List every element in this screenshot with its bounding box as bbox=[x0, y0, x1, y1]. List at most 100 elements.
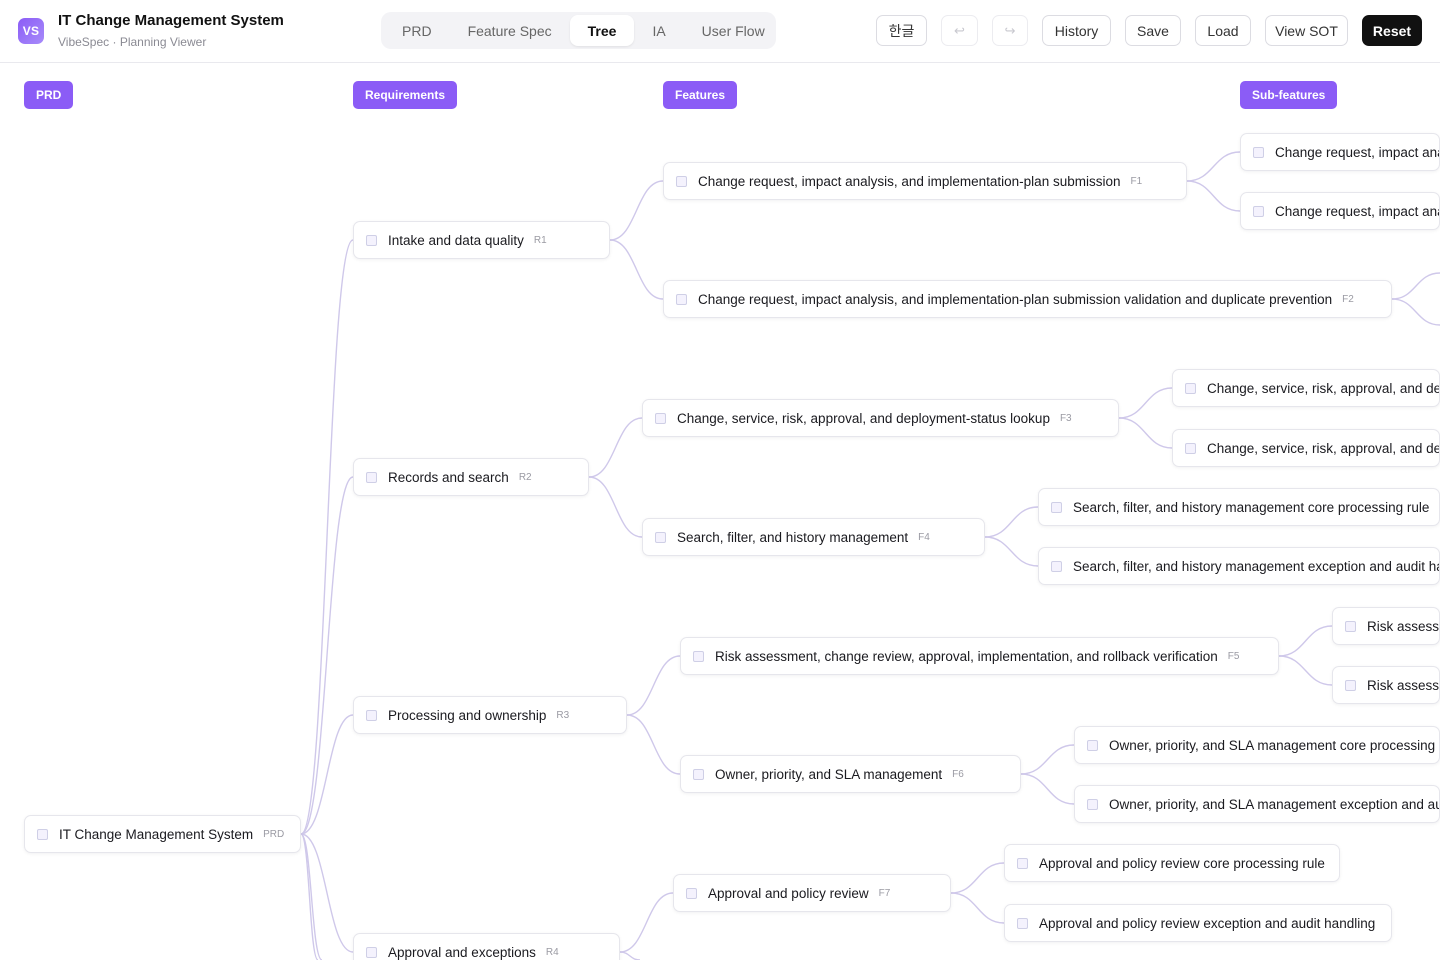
tree-node-subfeature[interactable]: Approval and policy review exception and… bbox=[1004, 904, 1392, 942]
node-label: Change, service, risk, approval, and dep… bbox=[1207, 440, 1440, 456]
tree-node-requirement[interactable]: Records and search R2 bbox=[353, 458, 589, 496]
tab-user-flow[interactable]: User Flow bbox=[684, 15, 783, 46]
tree-node-feature[interactable]: Change, service, risk, approval, and dep… bbox=[642, 399, 1119, 437]
tree-node-feature[interactable]: Change request, impact analysis, and imp… bbox=[663, 162, 1187, 200]
node-checkbox[interactable] bbox=[693, 650, 704, 662]
node-checkbox[interactable] bbox=[1087, 798, 1098, 810]
node-checkbox[interactable] bbox=[1051, 501, 1062, 513]
connector-line bbox=[609, 239, 664, 300]
tree-node-requirement[interactable]: Intake and data quality R1 bbox=[353, 221, 610, 259]
tree-node-requirement[interactable]: Approval and exceptions R4 bbox=[353, 933, 620, 960]
app-title: IT Change Management System bbox=[58, 12, 284, 29]
node-checkbox[interactable] bbox=[366, 234, 377, 246]
tree-node-feature[interactable]: Change request, impact analysis, and imp… bbox=[663, 280, 1392, 318]
node-label: Owner, priority, and SLA management bbox=[715, 766, 943, 782]
connector-line bbox=[619, 951, 641, 960]
node-checkbox[interactable] bbox=[366, 709, 377, 721]
tree-node-feature[interactable]: Search, filter, and history management F… bbox=[642, 518, 985, 556]
tree-canvas[interactable]: PRD Requirements Features Sub-features I… bbox=[0, 63, 1440, 960]
node-label: Change, service, risk, approval, and dep… bbox=[677, 410, 1050, 426]
node-checkbox[interactable] bbox=[366, 946, 377, 958]
tree-node-subfeature[interactable]: Change request, impact analy bbox=[1240, 192, 1440, 230]
tree-node-subfeature[interactable]: Search, filter, and history management e… bbox=[1038, 547, 1440, 585]
tree-node-requirement[interactable]: Processing and ownership R3 bbox=[353, 696, 627, 734]
connector-line bbox=[300, 239, 354, 835]
connector-line bbox=[1278, 655, 1333, 686]
connector-line bbox=[1186, 180, 1241, 212]
view-sot-button[interactable]: View SOT bbox=[1265, 15, 1348, 46]
tab-feature-spec[interactable]: Feature Spec bbox=[450, 15, 570, 46]
node-checkbox[interactable] bbox=[1185, 442, 1196, 454]
node-id-tag: F2 bbox=[1342, 293, 1354, 305]
connector-line bbox=[609, 180, 664, 241]
tab-tree[interactable]: Tree bbox=[569, 15, 635, 46]
node-checkbox[interactable] bbox=[37, 828, 48, 840]
node-label: Owner, priority, and SLA management core… bbox=[1109, 737, 1440, 753]
node-label: Risk assessme bbox=[1367, 677, 1440, 693]
node-checkbox[interactable] bbox=[693, 768, 704, 780]
node-label: Search, filter, and history management e… bbox=[1073, 558, 1440, 574]
node-label: Change, service, risk, approval, and dep… bbox=[1207, 380, 1440, 396]
connector-line bbox=[626, 655, 681, 716]
connector-line bbox=[984, 506, 1039, 538]
connector-line bbox=[588, 417, 643, 478]
tree-node-subfeature[interactable]: Change, service, risk, approval, and dep… bbox=[1172, 429, 1440, 467]
node-checkbox[interactable] bbox=[676, 175, 687, 187]
tree-node-subfeature[interactable]: Approval and policy review core processi… bbox=[1004, 844, 1340, 882]
node-checkbox[interactable] bbox=[676, 293, 687, 305]
connector-line bbox=[950, 892, 1005, 924]
redo-icon[interactable]: ↪ bbox=[992, 15, 1028, 46]
node-checkbox[interactable] bbox=[655, 412, 666, 424]
node-label: Search, filter, and history management c… bbox=[1073, 499, 1430, 515]
node-label: Change request, impact analy bbox=[1275, 144, 1440, 160]
node-checkbox[interactable] bbox=[1017, 857, 1028, 869]
column-header-requirements: Requirements bbox=[353, 81, 458, 109]
node-checkbox[interactable] bbox=[686, 887, 697, 899]
tree-node-feature[interactable]: Approval and policy review F7 bbox=[673, 874, 951, 912]
node-checkbox[interactable] bbox=[1345, 679, 1356, 691]
node-id-tag: PRD bbox=[263, 828, 285, 840]
tree-node-subfeature[interactable]: Change request, impact analy bbox=[1240, 133, 1440, 171]
node-checkbox[interactable] bbox=[655, 531, 666, 543]
top-bar: VS IT Change Management System VibeSpec … bbox=[0, 0, 1440, 63]
connector-line bbox=[626, 714, 681, 775]
node-label: Change request, impact analysis, and imp… bbox=[698, 291, 1333, 307]
connector-line bbox=[1278, 625, 1333, 657]
node-id-tag: F1 bbox=[1130, 175, 1143, 187]
tree-node-feature[interactable]: Owner, priority, and SLA management F6 bbox=[680, 755, 1021, 793]
node-label: Risk assessment, change review, approval… bbox=[715, 648, 1218, 664]
node-checkbox[interactable] bbox=[1345, 620, 1356, 632]
node-checkbox[interactable] bbox=[1087, 739, 1098, 751]
tree-node-subfeature[interactable]: Risk assessme bbox=[1332, 607, 1440, 645]
undo-icon[interactable]: ↩ bbox=[941, 15, 978, 46]
node-checkbox[interactable] bbox=[366, 471, 377, 483]
view-tabs: PRD Feature Spec Tree IA User Flow bbox=[381, 12, 776, 49]
language-toggle-button[interactable]: 한글 bbox=[876, 15, 927, 46]
node-label: Approval and policy review exception and… bbox=[1039, 915, 1376, 931]
tree-node-root[interactable]: IT Change Management System PRD bbox=[24, 815, 301, 853]
connector-line bbox=[1391, 272, 1440, 300]
reset-button[interactable]: Reset bbox=[1362, 15, 1422, 46]
history-button[interactable]: History bbox=[1042, 15, 1111, 46]
column-header-subfeatures: Sub-features bbox=[1240, 81, 1338, 109]
tab-prd[interactable]: PRD bbox=[384, 15, 450, 46]
node-id-tag: F3 bbox=[1059, 412, 1072, 424]
node-checkbox[interactable] bbox=[1253, 146, 1264, 158]
tree-node-subfeature[interactable]: Owner, priority, and SLA management exce… bbox=[1074, 785, 1440, 823]
tree-node-subfeature[interactable]: Search, filter, and history management c… bbox=[1038, 488, 1440, 526]
node-checkbox[interactable] bbox=[1253, 205, 1264, 217]
load-button[interactable]: Load bbox=[1195, 15, 1251, 46]
save-button[interactable]: Save bbox=[1125, 15, 1181, 46]
tree-node-feature[interactable]: Risk assessment, change review, approval… bbox=[680, 637, 1279, 675]
tab-ia[interactable]: IA bbox=[634, 15, 683, 46]
app-logo: VS bbox=[18, 18, 44, 44]
tree-node-subfeature[interactable]: Risk assessme bbox=[1332, 666, 1440, 704]
tree-node-subfeature[interactable]: Owner, priority, and SLA management core… bbox=[1074, 726, 1440, 764]
connector-line bbox=[1118, 417, 1173, 449]
tree-node-subfeature[interactable]: Change, service, risk, approval, and dep… bbox=[1172, 369, 1440, 407]
node-checkbox[interactable] bbox=[1051, 560, 1062, 572]
node-checkbox[interactable] bbox=[1185, 382, 1196, 394]
node-id-tag: F7 bbox=[878, 887, 891, 899]
node-label: Records and search bbox=[388, 469, 509, 485]
node-checkbox[interactable] bbox=[1017, 917, 1028, 929]
